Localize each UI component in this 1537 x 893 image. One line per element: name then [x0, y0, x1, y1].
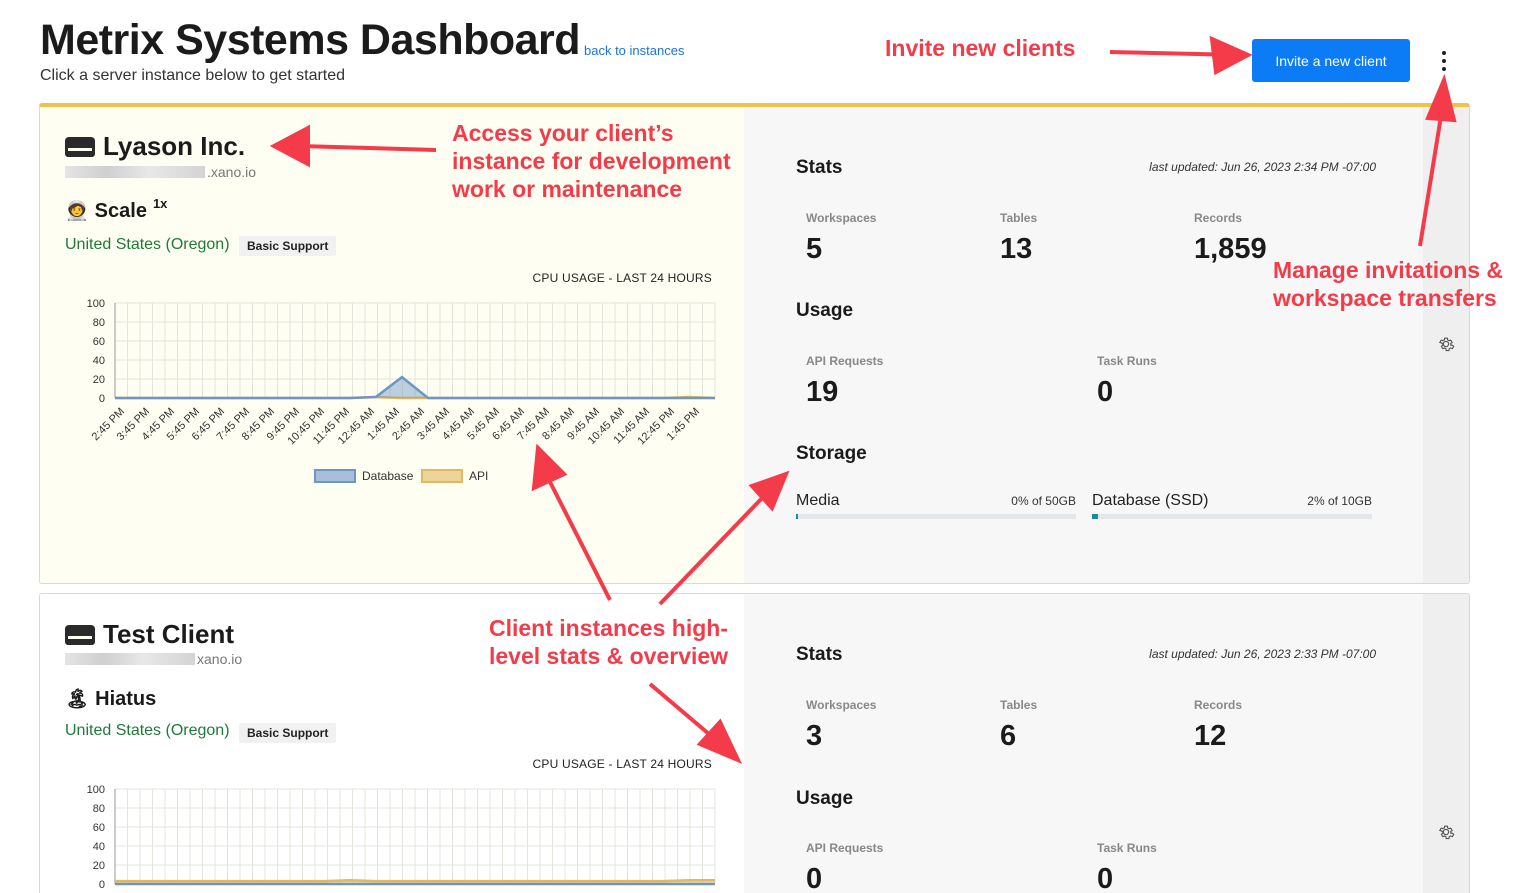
y-tick-label: 20	[93, 860, 105, 872]
workspaces-value: 5	[806, 233, 823, 265]
back-to-instances-link[interactable]: back to instances	[584, 43, 684, 58]
server-icon	[65, 624, 95, 645]
y-tick-label: 100	[87, 784, 105, 796]
chart-title: CPU USAGE - LAST 24 HOURS	[532, 757, 712, 771]
y-tick-label: 40	[93, 841, 105, 853]
instance-name: Test Client	[103, 619, 234, 649]
api-requests-label: API Requests	[806, 354, 884, 368]
legend-swatch-database	[314, 469, 356, 483]
gear-icon[interactable]	[1437, 335, 1455, 353]
media-percent: 0% of 50GB	[1011, 494, 1076, 508]
annotation-access-line3: work or maintenance	[452, 176, 683, 202]
gear-icon[interactable]	[1437, 823, 1455, 841]
api-requests-value: 0	[806, 863, 823, 893]
plan-name: 🏝 Hiatus	[65, 687, 157, 711]
database-progress-fill	[1092, 514, 1098, 519]
card-settings-gutter	[1423, 594, 1469, 893]
instance-host: .xano.io	[65, 164, 256, 180]
tables-value: 6	[1000, 720, 1017, 752]
legend-swatch-api	[421, 469, 463, 483]
invite-arrow-head	[1209, 35, 1253, 76]
annotation-access-line1: Access your client’s	[452, 120, 674, 146]
y-tick-label: 0	[99, 879, 105, 891]
redacted-host	[65, 653, 195, 665]
tables-label: Tables	[1000, 698, 1038, 712]
astronaut-icon: 🧑‍🚀	[65, 201, 89, 222]
instance-card-test-client[interactable]: Test Client xano.io 🏝 Hiatus United Stat…	[39, 593, 1470, 893]
tables-label: Tables	[1000, 211, 1038, 225]
annotation-overview-line2: level stats & overview	[489, 643, 729, 669]
instance-title[interactable]: Test Client	[65, 619, 234, 650]
y-tick-label: 20	[93, 374, 105, 386]
database-storage: Database (SSD) 2% of 10GB	[1092, 492, 1372, 519]
redacted-host	[65, 166, 205, 178]
records-label: Records	[1194, 698, 1243, 712]
annotation-invite: Invite new clients	[885, 35, 1076, 61]
chart-title: CPU USAGE - LAST 24 HOURS	[532, 271, 712, 285]
page-subtitle: Click a server instance below to get sta…	[40, 67, 346, 84]
annotation-manage-line2: workspace transfers	[1273, 285, 1497, 311]
annotation-manage-line1: Manage invitations &	[1273, 257, 1504, 283]
y-tick-label: 80	[93, 803, 105, 815]
instance-stats: Stats last updated: Jun 26, 2023 2:34 PM…	[744, 107, 1424, 583]
legend-label-api: API	[469, 469, 488, 483]
instance-name: Lyason Inc.	[103, 131, 246, 161]
legend-label-database: Database	[362, 469, 414, 483]
invite-client-button[interactable]: Invite a new client	[1252, 39, 1410, 82]
invite-arrow	[1109, 50, 1241, 57]
media-progress-fill	[796, 514, 798, 519]
last-updated: last updated: Jun 26, 2023 2:33 PM -07:0…	[1149, 647, 1376, 661]
task-runs-label: Task Runs	[1097, 841, 1157, 855]
y-tick-label: 80	[93, 317, 105, 329]
task-runs-label: Task Runs	[1097, 354, 1157, 368]
plan-multiplier: 1x	[152, 195, 168, 211]
workspaces-label: Workspaces	[806, 698, 877, 712]
region-label: United States (Oregon)	[65, 236, 230, 253]
database-percent: 2% of 10GB	[1307, 494, 1372, 508]
instance-stats: Stats last updated: Jun 26, 2023 2:33 PM…	[744, 594, 1424, 893]
records-value: 12	[1194, 720, 1227, 752]
y-tick-label: 0	[99, 393, 105, 405]
plan-name: 🧑‍🚀 Scale 1x	[65, 195, 168, 223]
api-requests-label: API Requests	[806, 841, 884, 855]
usage-heading: Usage	[796, 300, 854, 321]
y-tick-label: 100	[87, 298, 105, 310]
instance-host: xano.io	[65, 651, 242, 667]
region-label: United States (Oregon)	[65, 722, 230, 739]
more-options-icon[interactable]	[1432, 48, 1456, 74]
series-line-api	[115, 878, 715, 883]
media-storage: Media 0% of 50GB	[796, 492, 1076, 519]
records-value: 1,859	[1194, 233, 1267, 265]
api-requests-value: 19	[806, 376, 839, 408]
instance-title[interactable]: Lyason Inc.	[65, 131, 245, 162]
storage-heading: Storage	[796, 443, 867, 464]
media-progress-bar	[796, 514, 1076, 519]
support-badge: Basic Support	[239, 236, 337, 256]
database-progress-bar	[1092, 514, 1372, 519]
usage-heading: Usage	[796, 788, 854, 809]
task-runs-value: 0	[1097, 863, 1114, 893]
cpu-usage-chart: 0 20 40 60 80 100	[87, 784, 716, 891]
annotation-overview-line1: Client instances high-	[489, 615, 728, 641]
records-label: Records	[1194, 211, 1243, 225]
task-runs-value: 0	[1097, 376, 1114, 408]
card-settings-gutter	[1423, 107, 1469, 583]
cpu-usage-chart: 0204060801002:45 PM3:45 PM4:45 PM5:45 PM…	[87, 298, 716, 483]
annotation-access-line2: instance for development	[452, 148, 731, 174]
support-badge: Basic Support	[239, 723, 337, 743]
server-icon	[65, 136, 95, 157]
island-icon: 🏝	[65, 689, 90, 710]
y-tick-label: 60	[93, 336, 105, 348]
y-tick-label: 40	[93, 355, 105, 367]
last-updated: last updated: Jun 26, 2023 2:34 PM -07:0…	[1149, 160, 1376, 174]
stats-heading: Stats	[796, 157, 843, 178]
y-tick-label: 60	[93, 822, 105, 834]
workspaces-label: Workspaces	[806, 211, 877, 225]
instance-card-lyason[interactable]: Lyason Inc. .xano.io 🧑‍🚀 Scale 1x United…	[39, 103, 1470, 584]
stats-heading: Stats	[796, 644, 843, 665]
tables-value: 13	[1000, 233, 1033, 265]
workspaces-value: 3	[806, 720, 823, 752]
page-title: Metrix Systems Dashboard	[40, 16, 581, 64]
